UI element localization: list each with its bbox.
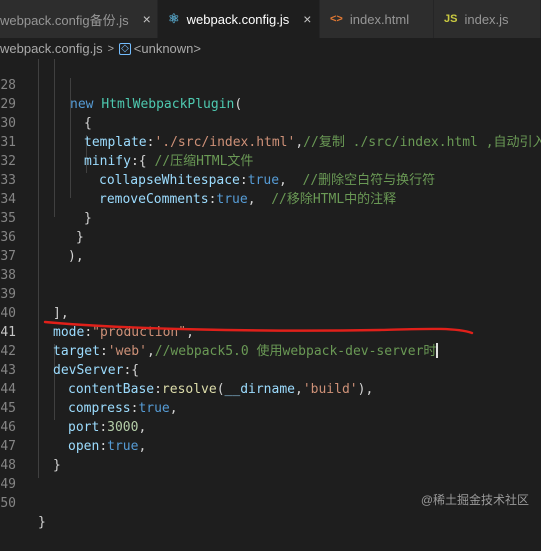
webpack-file-icon: ⚛ bbox=[168, 11, 180, 26]
tab-label: webpack.config备份.js bbox=[0, 12, 129, 28]
js-file-icon: JS bbox=[444, 13, 458, 25]
close-icon[interactable]: × bbox=[143, 11, 151, 27]
tab-webpack-config-backup[interactable]: webpack.config备份.js × bbox=[0, 0, 158, 38]
watermark: @稀土掘金技术社区 bbox=[420, 493, 529, 507]
red-underline-annotation bbox=[43, 320, 474, 335]
breadcrumb-symbol[interactable]: <unknown> bbox=[134, 41, 201, 56]
tab-index-js[interactable]: JS index.js bbox=[434, 0, 541, 38]
breadcrumb-file[interactable]: webpack.config.js bbox=[0, 41, 103, 56]
code-editor[interactable]: 28 new HtmlWebpackPlugin( 29 { 30 templa… bbox=[0, 59, 541, 530]
tab-index-html[interactable]: <> index.html bbox=[320, 0, 434, 38]
editor-tab-bar: webpack.config备份.js × ⚛ webpack.config.j… bbox=[0, 0, 541, 38]
symbol-icon: ◇ bbox=[119, 42, 131, 55]
close-icon[interactable]: × bbox=[303, 11, 311, 27]
chevron-right-icon: > bbox=[107, 42, 115, 55]
breadcrumb: webpack.config.js > ◇ <unknown> bbox=[0, 38, 541, 59]
tab-webpack-config[interactable]: ⚛ webpack.config.js × bbox=[158, 0, 320, 38]
tab-label: webpack.config.js bbox=[186, 11, 290, 27]
html-file-icon: <> bbox=[330, 13, 343, 25]
tab-label: index.html bbox=[349, 11, 410, 27]
tab-label: index.js bbox=[464, 11, 509, 27]
